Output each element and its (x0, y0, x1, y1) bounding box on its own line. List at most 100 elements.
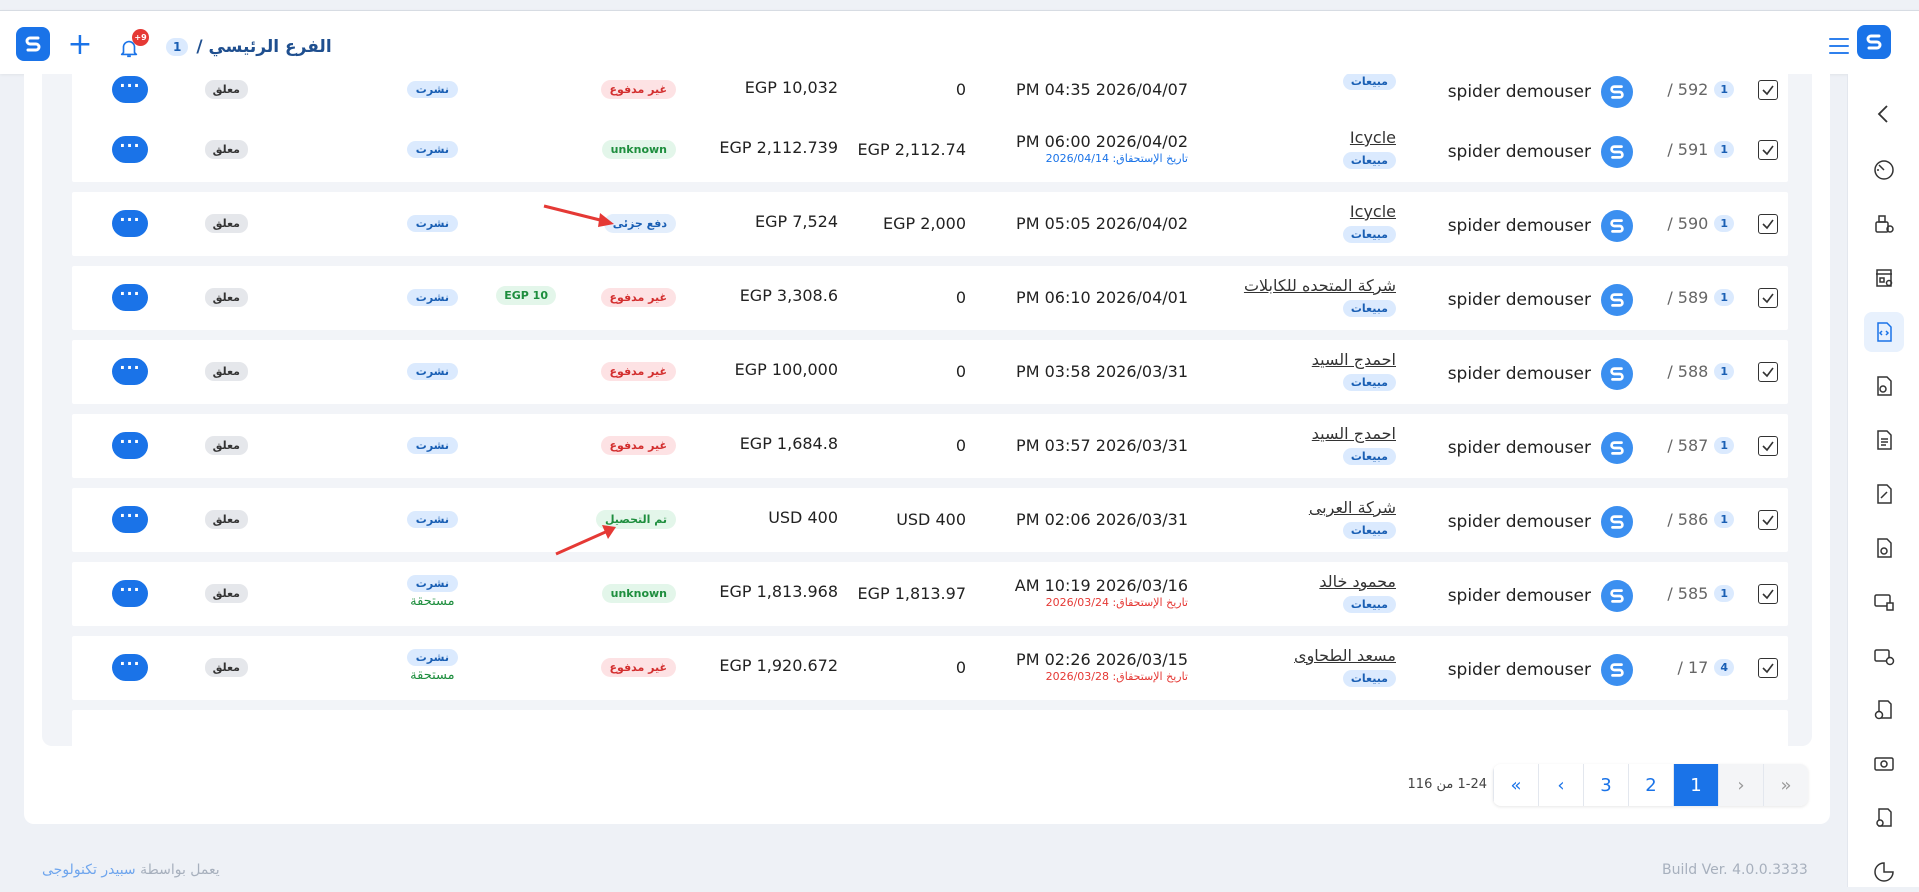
table-row[interactable]: 4 17 / spider demouser مسعد الطحاوى مبيعات PM… (72, 636, 1788, 700)
pending-badge: معلق (204, 658, 248, 677)
due-status: مستحقة (410, 668, 455, 683)
next-page-button[interactable]: › (1718, 764, 1763, 806)
prev-page-button[interactable]: ‹ (1538, 764, 1583, 806)
page-2-button[interactable]: 2 (1628, 764, 1673, 806)
more-actions-button[interactable]: ··· (112, 136, 148, 163)
discount-doc-icon[interactable] (1864, 366, 1904, 406)
add-icon[interactable]: + (66, 30, 94, 61)
invoice-number[interactable]: 1 590 / (1667, 214, 1734, 233)
customer-link[interactable]: Icycle (1343, 202, 1396, 221)
table-row[interactable]: 1 592 / spider demouser مبيعات PM 04:35 2026… (72, 74, 1788, 122)
pos-screen-icon[interactable] (1864, 582, 1904, 622)
more-actions-button[interactable]: ··· (112, 580, 148, 607)
branch-name: الفرع الرئيسي / (196, 37, 332, 57)
invoice-number[interactable]: 1 585 / (1667, 584, 1734, 603)
collapse-chevron-icon[interactable] (1864, 94, 1904, 134)
top-bar: + +9 الفرع الرئيسي / 1 (0, 10, 1919, 74)
first-page-button[interactable]: « (1493, 764, 1538, 806)
invoice-number[interactable]: 1 591 / (1667, 140, 1734, 159)
table-row[interactable]: 1 589 / spider demouser شركة المتحده للكابل… (72, 266, 1788, 330)
user-name: spider demouser (1447, 142, 1591, 162)
row-checkbox[interactable] (1758, 510, 1778, 530)
customer-link[interactable]: شركة المتحده للكابلات (1244, 276, 1396, 295)
page-3-button[interactable]: 3 (1583, 764, 1628, 806)
cash-icon[interactable] (1864, 744, 1904, 784)
more-actions-button[interactable]: ··· (112, 432, 148, 459)
app-logo-icon[interactable] (16, 27, 50, 61)
table-row[interactable]: 1 585 / spider demouser محمود خالد مبيعات AM … (72, 562, 1788, 626)
menu-icon[interactable] (1829, 38, 1849, 54)
last-page-button[interactable]: » (1763, 764, 1808, 806)
invoice-branch-badge: 1 (1714, 289, 1734, 306)
published-badge: نشرت (406, 215, 458, 232)
row-checkbox[interactable] (1758, 658, 1778, 678)
brand-logo-icon[interactable] (1857, 25, 1891, 59)
more-actions-button[interactable]: ··· (112, 210, 148, 237)
row-checkbox[interactable] (1758, 584, 1778, 604)
row-checkbox[interactable] (1758, 80, 1778, 100)
row-checkbox[interactable] (1758, 288, 1778, 308)
due-date: تاريخ الإستحقاق: 2026/03/24 (1045, 596, 1188, 609)
invoice-number[interactable]: 1 587 / (1667, 436, 1734, 455)
invoice-date: AM 10:19 2026/03/16 (1014, 576, 1188, 595)
invoice-branch-badge: 1 (1714, 215, 1734, 232)
invoice-branch-badge: 4 (1714, 659, 1734, 676)
paid-amount: 0 (955, 80, 966, 99)
paid-amount: EGP 2,000 (882, 214, 966, 233)
more-actions-button[interactable]: ··· (112, 654, 148, 681)
table-row[interactable]: 1 591 / spider demouser Icycle مبيعات PM 06:0… (72, 118, 1788, 182)
due-date: تاريخ الإستحقاق: 2026/04/14 (1045, 152, 1188, 165)
more-actions-button[interactable]: ··· (112, 358, 148, 385)
paid-amount: 0 (955, 288, 966, 307)
invoice-number[interactable]: 1 589 / (1667, 288, 1734, 307)
branch-selector[interactable]: الفرع الرئيسي / 1 (166, 37, 332, 57)
powered-by-link[interactable]: سبيدر تكنولوجى (42, 862, 136, 878)
invoice-number[interactable]: 4 17 / (1678, 658, 1734, 677)
customer-link[interactable]: محمود خالد (1319, 572, 1396, 591)
invoice-number[interactable]: 1 588 / (1667, 362, 1734, 381)
sales-tag: مبيعات (1342, 596, 1396, 613)
row-checkbox[interactable] (1758, 436, 1778, 456)
invoice-number[interactable]: 1 592 / (1667, 80, 1734, 99)
client-doc-icon[interactable] (1864, 798, 1904, 838)
page-1-button[interactable]: 1 (1673, 764, 1718, 806)
date-cell: PM 06:10 2026/04/01 (1016, 288, 1188, 308)
total-amount: EGP 1,813.968 (719, 582, 838, 601)
created-by: spider demouser (1448, 76, 1633, 108)
more-actions-button[interactable]: ··· (112, 284, 148, 311)
more-actions-button[interactable]: ··· (112, 76, 148, 103)
sales-tag: مبيعات (1342, 374, 1396, 391)
more-actions-button[interactable]: ··· (112, 506, 148, 533)
table-row[interactable]: 1 586 / spider demouser شركة العربى مبيعات PM… (72, 488, 1788, 552)
sales-invoice-icon[interactable] (1864, 312, 1904, 352)
table-row[interactable]: 1 588 / spider demouser احمدج السيد مبيعات PM… (72, 340, 1788, 404)
user-name: spider demouser (1447, 586, 1591, 606)
customer-link[interactable]: مسعد الطحاوى (1294, 646, 1396, 665)
table-row[interactable] (72, 710, 1788, 746)
powered-by-prefix: يعمل بواسطة (140, 862, 220, 878)
store-icon[interactable] (1864, 258, 1904, 298)
row-checkbox[interactable] (1758, 214, 1778, 234)
dashboard-gauge-icon[interactable] (1864, 150, 1904, 190)
publish-cell: نشرت (406, 286, 458, 306)
reports-pie-icon[interactable] (1864, 852, 1904, 892)
document-list-icon[interactable] (1864, 420, 1904, 460)
add-payment-icon[interactable] (1864, 636, 1904, 676)
pending-badge: معلق (204, 362, 248, 381)
customer-cell: Icycle مبيعات (1342, 202, 1396, 243)
customer-link[interactable]: شركة العربى (1309, 498, 1396, 517)
row-checkbox[interactable] (1758, 140, 1778, 160)
add-receipt-icon[interactable] (1864, 690, 1904, 730)
due-status: مستحقة (410, 594, 455, 609)
invoice-number[interactable]: 1 586 / (1667, 510, 1734, 529)
pos-register-icon[interactable] (1864, 204, 1904, 244)
row-checkbox[interactable] (1758, 362, 1778, 382)
customer-link[interactable]: احمدج السيد (1312, 350, 1396, 369)
returns-doc-icon[interactable] (1864, 474, 1904, 514)
invoice-number-text: 587 / (1667, 436, 1709, 455)
customer-link[interactable]: Icycle (1343, 128, 1396, 147)
table-row[interactable]: 1 590 / spider demouser Icycle مبيعات PM 05:0… (72, 192, 1788, 256)
table-row[interactable]: 1 587 / spider demouser احمدج السيد مبيعات PM… (72, 414, 1788, 478)
customer-link[interactable]: احمدج السيد (1312, 424, 1396, 443)
credit-note-icon[interactable] (1864, 528, 1904, 568)
